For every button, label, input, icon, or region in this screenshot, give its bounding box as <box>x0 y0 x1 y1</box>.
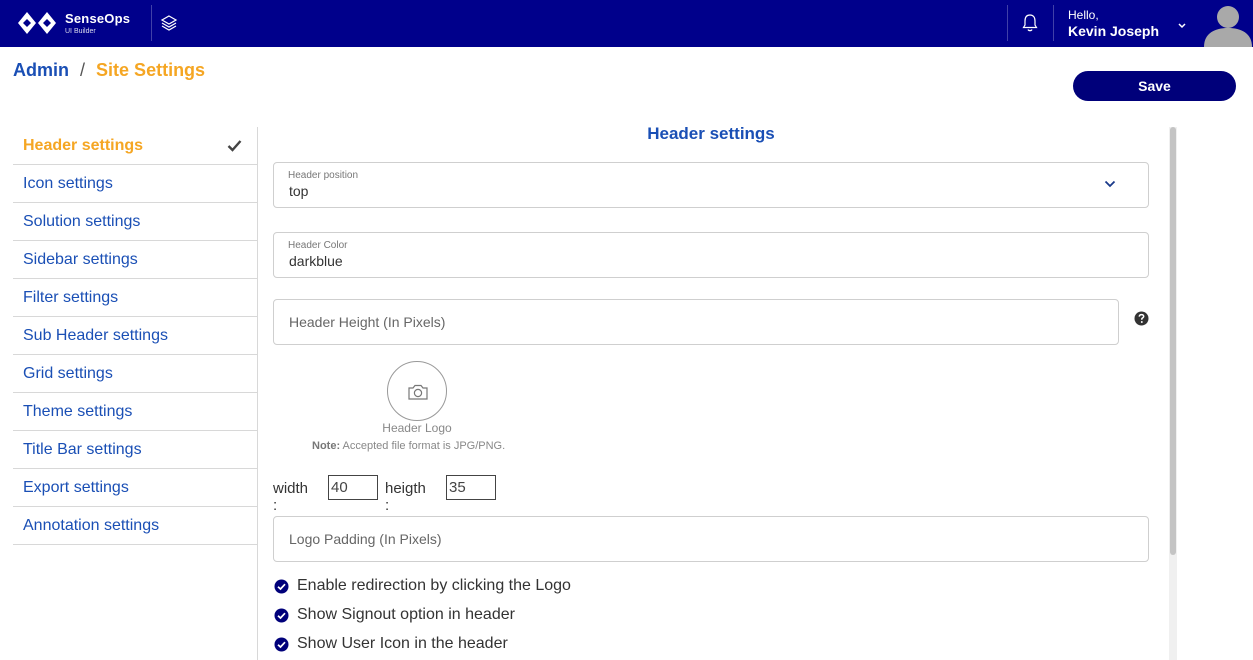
header-height-placeholder: Header Height (In Pixels) <box>289 314 446 330</box>
logo-padding-input[interactable]: Logo Padding (In Pixels) <box>273 516 1149 562</box>
brand: SenseOps UI Builder <box>65 11 130 36</box>
bell-icon[interactable] <box>1021 13 1039 33</box>
option-label: Show Signout option in header <box>297 606 515 623</box>
app-header: SenseOps UI Builder Hello, Kevin Joseph <box>0 0 1253 47</box>
sidebar-item-label: Sub Header settings <box>23 327 168 344</box>
layers-icon[interactable] <box>160 14 178 32</box>
sidebar-item-theme-settings[interactable]: Theme settings <box>13 393 258 431</box>
file-format-note: Note: Accepted file format is JPG/PNG. <box>312 440 505 452</box>
save-button[interactable]: Save <box>1073 71 1236 101</box>
check-circle-icon[interactable] <box>274 579 289 594</box>
header-divider <box>1007 5 1008 41</box>
header-divider <box>1053 5 1054 41</box>
header-height-input[interactable]: Header Height (In Pixels) <box>273 299 1119 345</box>
sidebar-item-label: Solution settings <box>23 213 141 230</box>
width-input[interactable] <box>328 475 378 500</box>
sidebar-item-label: Grid settings <box>23 365 113 382</box>
header-logo-caption: Header Logo <box>382 421 452 435</box>
note-prefix: Note: <box>312 440 341 452</box>
senseops-logo-icon[interactable] <box>17 10 57 36</box>
header-position-select[interactable]: Header position top <box>273 162 1149 208</box>
option-label: Enable redirection by clicking the Logo <box>297 577 571 594</box>
logo-upload-button[interactable] <box>387 361 447 421</box>
check-circle-icon[interactable] <box>274 608 289 623</box>
sidebar-item-label: Title Bar settings <box>23 441 142 458</box>
sidebar-item-export-settings[interactable]: Export settings <box>13 469 258 507</box>
section-title: Header settings <box>647 124 775 143</box>
avatar[interactable] <box>1201 0 1253 47</box>
sidebar-item-grid-settings[interactable]: Grid settings <box>13 355 258 393</box>
logo-padding-placeholder: Logo Padding (In Pixels) <box>289 531 442 547</box>
height-label: heigth : <box>385 480 426 514</box>
width-label: width : <box>273 480 309 514</box>
sidebar-item-label: Theme settings <box>23 403 133 420</box>
breadcrumb: Admin / Site Settings <box>13 60 205 81</box>
sidebar-item-icon-settings[interactable]: Icon settings <box>13 165 258 203</box>
check-circle-icon[interactable] <box>274 637 289 652</box>
scrollbar-thumb[interactable] <box>1170 127 1176 555</box>
sidebar-item-label: Sidebar settings <box>23 251 138 268</box>
sidebar-item-filter-settings[interactable]: Filter settings <box>13 279 258 317</box>
header-color-label: Header Color <box>288 240 348 251</box>
user-greeting[interactable]: Hello, Kevin Joseph <box>1068 8 1159 39</box>
chevron-down-icon <box>1104 180 1116 188</box>
sidebar-item-label: Header settings <box>23 137 144 154</box>
sidebar-divider <box>257 127 258 660</box>
breadcrumb-admin[interactable]: Admin <box>13 60 69 80</box>
header-position-label: Header position <box>288 170 359 181</box>
header-color-value: darkblue <box>289 253 343 269</box>
settings-sidebar: Header settings Icon settings Solution s… <box>13 127 258 545</box>
brand-name: SenseOps <box>65 11 131 26</box>
chevron-down-icon[interactable] <box>1177 22 1187 30</box>
user-name: Kevin Joseph <box>1068 23 1160 39</box>
sidebar-item-sidebar-settings[interactable]: Sidebar settings <box>13 241 258 279</box>
sidebar-item-label: Export settings <box>23 479 129 496</box>
check-icon <box>227 140 242 152</box>
sidebar-item-label: Annotation settings <box>23 517 160 534</box>
height-input[interactable] <box>446 475 496 500</box>
sidebar-item-header-settings[interactable]: Header settings <box>13 127 258 165</box>
sidebar-item-sub-header-settings[interactable]: Sub Header settings <box>13 317 258 355</box>
header-divider <box>151 5 152 41</box>
camera-icon <box>408 384 428 400</box>
breadcrumb-current: Site Settings <box>96 60 206 80</box>
option-label: Show User Icon in the header <box>297 635 508 652</box>
brand-subtitle: UI Builder <box>65 28 96 35</box>
sidebar-item-solution-settings[interactable]: Solution settings <box>13 203 258 241</box>
sidebar-item-title-bar-settings[interactable]: Title Bar settings <box>13 431 258 469</box>
header-color-field[interactable]: Header Color darkblue <box>273 232 1149 278</box>
sidebar-item-label: Icon settings <box>23 175 113 192</box>
greeting-text: Hello, <box>1068 8 1099 22</box>
breadcrumb-separator: / <box>80 60 86 80</box>
sidebar-item-annotation-settings[interactable]: Annotation settings <box>13 507 258 545</box>
note-text: Accepted file format is JPG/PNG. <box>340 440 506 452</box>
header-position-value: top <box>289 183 309 199</box>
sidebar-item-label: Filter settings <box>23 289 119 306</box>
help-icon[interactable] <box>1134 311 1149 326</box>
